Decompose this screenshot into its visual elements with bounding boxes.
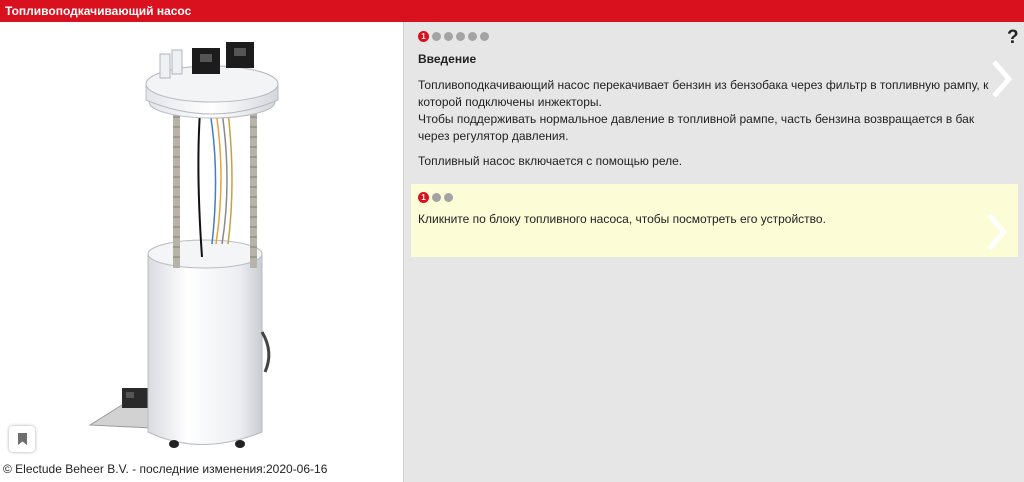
task-box: 1 Кликните по блоку топливного насоса, ч… bbox=[411, 184, 1018, 257]
step-dot[interactable] bbox=[456, 32, 465, 41]
intro-paragraph: Чтобы поддерживать нормальное давление в… bbox=[418, 112, 975, 143]
next-task-chevron-icon[interactable] bbox=[986, 213, 1008, 251]
illustration-panel: © Electude Beheer B.V. - последние измен… bbox=[0, 22, 404, 482]
bookmark-icon bbox=[17, 433, 27, 445]
content-panel: 1 ? Введение Топливоподкачивающий насос … bbox=[405, 22, 1024, 482]
task-dot[interactable] bbox=[444, 193, 453, 202]
step-dot-active[interactable]: 1 bbox=[418, 31, 429, 42]
fuel-pump-illustration[interactable] bbox=[60, 32, 350, 462]
section-title: Введение bbox=[418, 52, 477, 66]
task-instruction: Кликните по блоку топливного насоса, что… bbox=[418, 212, 826, 226]
help-button[interactable]: ? bbox=[1007, 27, 1019, 49]
step-dot[interactable] bbox=[480, 32, 489, 41]
step-dot[interactable] bbox=[444, 32, 453, 41]
step-dot[interactable] bbox=[468, 32, 477, 41]
step-dot[interactable] bbox=[432, 32, 441, 41]
intro-text: Топливоподкачивающий насос перекачивает … bbox=[418, 77, 1003, 178]
window-title: Топливоподкачивающий насос bbox=[0, 0, 1024, 22]
bookmark-button[interactable] bbox=[9, 426, 35, 452]
intro-step-dots: 1 bbox=[418, 31, 489, 42]
task-dot-active[interactable]: 1 bbox=[418, 192, 429, 203]
copyright-footer: © Electude Beheer B.V. - последние измен… bbox=[3, 462, 328, 476]
next-intro-chevron-icon[interactable] bbox=[991, 60, 1013, 98]
intro-paragraph: Топливоподкачивающий насос перекачивает … bbox=[418, 78, 989, 109]
intro-paragraph: Топливный насос включается с помощью рел… bbox=[418, 154, 683, 168]
task-step-dots: 1 bbox=[418, 192, 453, 203]
task-dot[interactable] bbox=[432, 193, 441, 202]
